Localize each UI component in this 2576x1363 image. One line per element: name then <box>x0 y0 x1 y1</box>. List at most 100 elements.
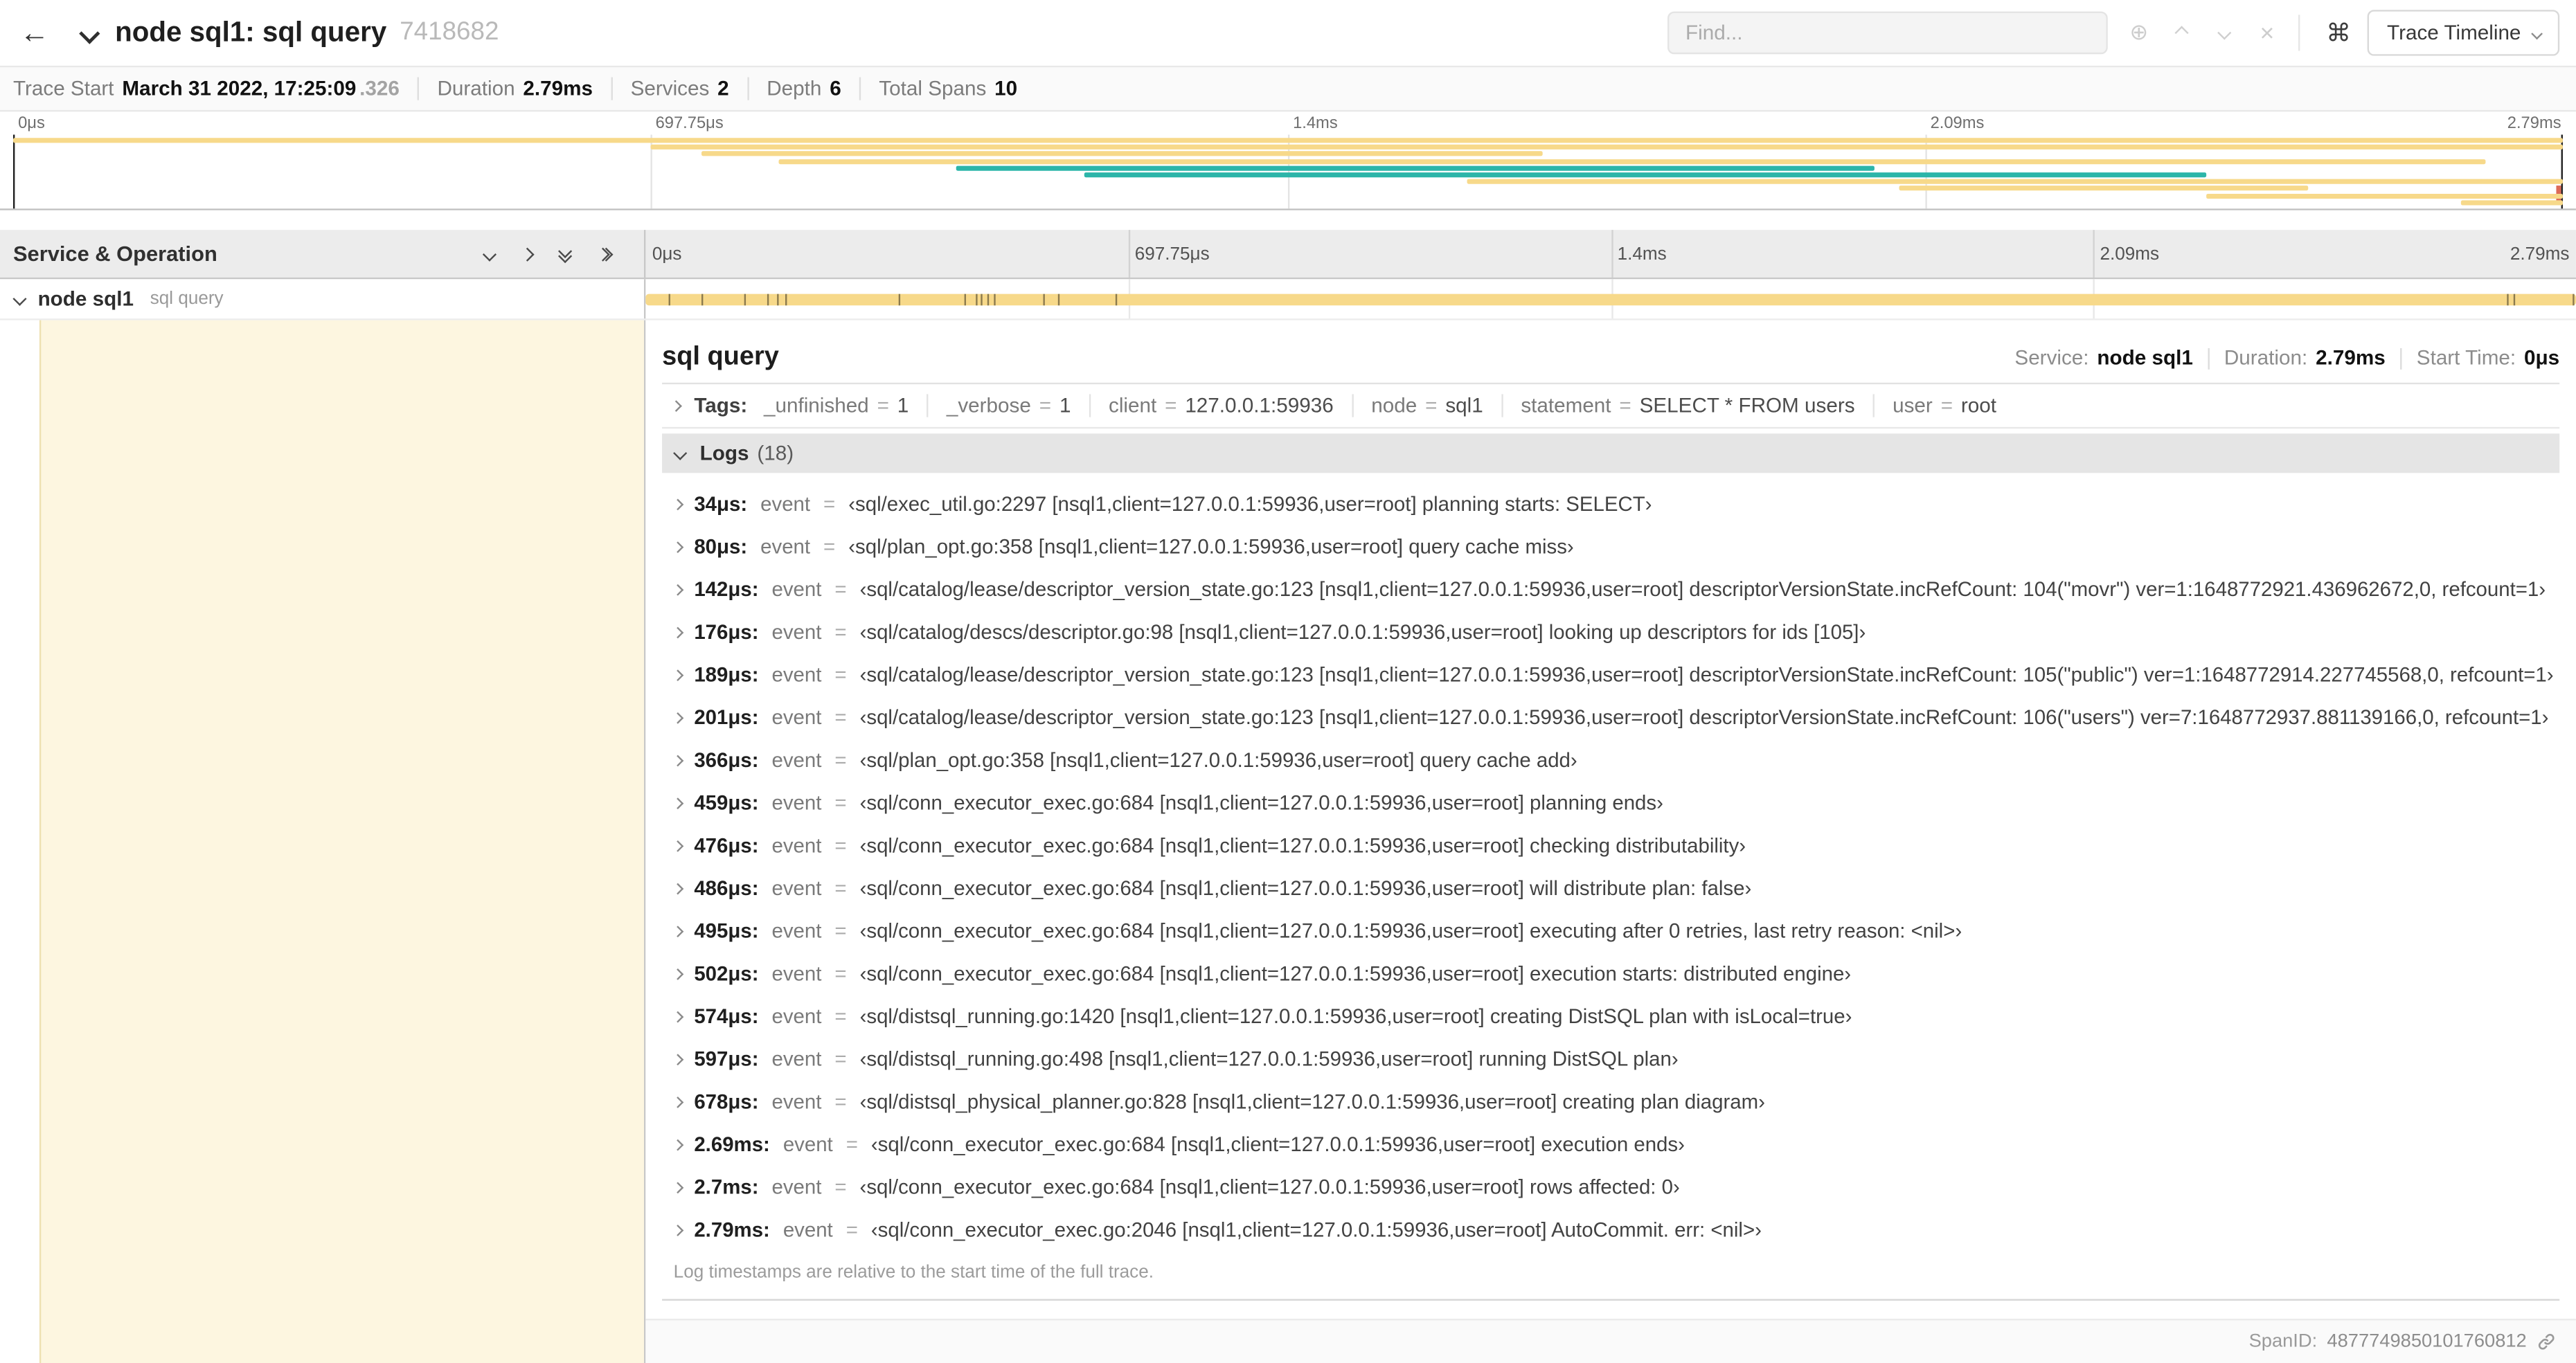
span-row-name-column[interactable]: node sql1 sql query <box>0 279 646 319</box>
tag-item: statement = SELECT * FROM users <box>1501 394 1873 417</box>
find-next-button[interactable] <box>2203 26 2246 40</box>
log-equals: = <box>834 663 847 687</box>
chevron-right-icon <box>672 840 683 851</box>
chevron-right-icon <box>672 712 683 723</box>
back-arrow-button[interactable]: ← <box>10 0 59 66</box>
span-id-footer: SpanID: 4877749850101760812 <box>645 1319 2576 1363</box>
minimap-canvas[interactable] <box>12 134 2563 209</box>
summary-value: 2 <box>717 77 729 100</box>
ruler-tick-label: 0μs <box>652 244 682 264</box>
log-timestamp: 476μs: <box>694 834 759 858</box>
log-field-value: ‹sql/conn_executor_exec.go:684 [nsql1,cl… <box>859 919 1962 943</box>
span-log-marker <box>1058 294 1061 306</box>
log-equals: = <box>834 620 847 644</box>
span-detail-meta: Service: node sql1 Duration: 2.79ms Start Ti… <box>2014 347 2559 370</box>
summary-label: Services <box>630 77 710 100</box>
top-bar: ← node sql1: sql query 7418682 ⊕ × ⌘ Tra… <box>0 0 2576 66</box>
expand-one-button[interactable] <box>519 246 534 261</box>
detail-left-column <box>0 320 646 1363</box>
timeline-header: Service & Operation 0μs 697.75μs 1.4ms 2.09… <box>0 230 2576 280</box>
log-timestamp: 201μs: <box>694 706 759 730</box>
log-row[interactable]: 2.7ms: event = ‹sql/conn_executor_exec.go:6… <box>662 1166 2559 1209</box>
summary-label: Duration <box>437 77 515 100</box>
chevron-right-icon <box>519 246 534 261</box>
log-row[interactable]: 2.79ms: event = ‹sql/conn_executor_exec.go:… <box>662 1209 2559 1252</box>
chevron-right-icon <box>672 1139 683 1150</box>
log-timestamp: 142μs: <box>694 578 759 602</box>
meta-value: 2.79ms <box>2316 346 2386 370</box>
keyboard-shortcuts-button[interactable]: ⌘ <box>2326 18 2351 47</box>
log-row[interactable]: 678μs: event = ‹sql/distsql_physical_planne… <box>662 1081 2559 1123</box>
log-field-value: ‹sql/conn_executor_exec.go:684 [nsql1,cl… <box>859 876 1752 901</box>
span-bar-track[interactable] <box>645 279 2576 319</box>
log-row[interactable]: 189μs: event = ‹sql/catalog/lease/descripto… <box>662 653 2559 696</box>
tags-toggle-row[interactable]: Tags: _unfinished = 1 _verbose = 1 client = 127.… <box>662 384 2560 429</box>
summary-label: Total Spans <box>879 77 987 100</box>
span-row[interactable]: node sql1 sql query <box>0 279 2576 321</box>
log-row[interactable]: 486μs: event = ‹sql/conn_executor_exec.go:6… <box>662 867 2559 910</box>
minimap-scrubber-left[interactable] <box>12 134 15 209</box>
log-row[interactable]: 176μs: event = ‹sql/catalog/descs/descripto… <box>662 611 2559 654</box>
log-row[interactable]: 366μs: event = ‹sql/plan_opt.go:358 [nsql1,… <box>662 739 2559 782</box>
minimap-span-bar <box>956 165 1875 171</box>
log-row[interactable]: 597μs: event = ‹sql/distsql_running.go:498 … <box>662 1038 2559 1081</box>
span-meta-item: Start Time: 0μs <box>2417 347 2559 370</box>
log-field-value: ‹sql/conn_executor_exec.go:684 [nsql1,cl… <box>870 1132 1685 1157</box>
find-clear-button[interactable]: × <box>2246 19 2289 46</box>
meta-value: 0μs <box>2524 346 2560 370</box>
chevron-right-icon <box>670 400 681 411</box>
log-row[interactable]: 201μs: event = ‹sql/catalog/lease/descripto… <box>662 696 2559 739</box>
log-field-key: event <box>760 535 811 559</box>
tag-key: node <box>1371 394 1417 417</box>
find-focus-icon[interactable]: ⊕ <box>2118 19 2161 46</box>
span-log-marker <box>964 294 966 306</box>
collapse-one-button[interactable] <box>481 246 496 261</box>
log-row[interactable]: 80μs: event = ‹sql/plan_opt.go:358 [nsql1,c… <box>662 525 2559 568</box>
minimap-span-bar <box>650 145 2563 150</box>
span-log-marker <box>2572 294 2574 306</box>
span-log-marker <box>987 294 990 306</box>
chevron-right-icon <box>672 755 683 766</box>
view-options-button[interactable]: Trace Timeline <box>2367 10 2560 56</box>
log-row[interactable]: 502μs: event = ‹sql/conn_executor_exec.go:6… <box>662 953 2559 995</box>
span-service-name: node sql1 <box>37 287 134 311</box>
collapse-all-button[interactable] <box>557 244 571 263</box>
span-bar[interactable] <box>645 294 2576 306</box>
chevron-up-icon <box>2174 26 2189 40</box>
span-collapse-chevron-icon[interactable] <box>12 291 27 306</box>
log-row[interactable]: 34μs: event = ‹sql/exec_util.go:2297 [nsql1… <box>662 482 2559 525</box>
tag-value: sql1 <box>1445 394 1483 417</box>
log-timestamp: 2.69ms: <box>694 1132 770 1157</box>
log-field-value: ‹sql/distsql_running.go:498 [nsql1,clien… <box>859 1047 1679 1071</box>
logs-toggle-header[interactable]: Logs (18) <box>662 433 2560 473</box>
find-input[interactable] <box>1667 11 2108 55</box>
meta-label: Service: <box>2014 346 2089 370</box>
minimap-span-bar <box>1466 179 2563 185</box>
chevron-right-icon <box>672 1225 683 1236</box>
ruler-tick-label: 1.4ms <box>1617 244 1667 264</box>
chevron-down-icon <box>673 446 688 460</box>
summary-value: 6 <box>830 77 841 100</box>
log-row[interactable]: 574μs: event = ‹sql/distsql_running.go:1420… <box>662 995 2559 1038</box>
trace-header-collapse-button[interactable] <box>79 22 100 44</box>
link-icon[interactable] <box>2537 1332 2556 1351</box>
summary-divider <box>417 77 420 100</box>
log-row[interactable]: 459μs: event = ‹sql/conn_executor_exec.go:6… <box>662 782 2559 824</box>
span-log-marker <box>2514 294 2516 306</box>
log-row[interactable]: 2.69ms: event = ‹sql/conn_executor_exec.go:… <box>662 1123 2559 1166</box>
tag-equals: = <box>877 394 889 417</box>
log-timestamp: 597μs: <box>694 1047 759 1071</box>
expand-all-button[interactable] <box>595 246 614 261</box>
span-log-marker <box>2506 294 2508 306</box>
log-row[interactable]: 495μs: event = ‹sql/conn_executor_exec.go:6… <box>662 910 2559 953</box>
log-field-key: event <box>771 578 822 602</box>
minimap-span-bar <box>2460 199 2563 206</box>
log-field-value: ‹sql/catalog/lease/descriptor_version_st… <box>859 578 2546 602</box>
log-row[interactable]: 142μs: event = ‹sql/catalog/lease/descripto… <box>662 568 2559 611</box>
find-prev-button[interactable] <box>2161 26 2203 40</box>
minimap-span-bar <box>1084 172 2206 178</box>
log-field-value: ‹sql/conn_executor_exec.go:684 [nsql1,cl… <box>859 791 1663 815</box>
summary-divider <box>746 77 749 100</box>
ruler-tick-label: 697.75μs <box>1134 244 1210 264</box>
log-row[interactable]: 476μs: event = ‹sql/conn_executor_exec.go:6… <box>662 824 2559 867</box>
